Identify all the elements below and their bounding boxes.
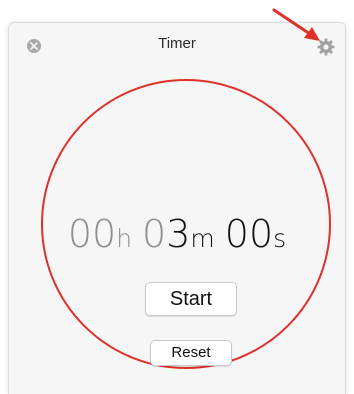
timer-window: Timer 00h 03m 00s Start Reset	[8, 22, 346, 394]
hours-value: 00	[67, 212, 117, 256]
minutes-unit: m	[190, 224, 215, 253]
hours-unit: h	[116, 224, 133, 253]
settings-button[interactable]	[316, 37, 336, 57]
gear-icon	[317, 38, 335, 56]
seconds-value: 00	[224, 212, 274, 256]
start-button[interactable]: Start	[145, 282, 237, 316]
timer-display: 00h 03m 00s	[9, 215, 345, 253]
minutes-value-dim: 0	[142, 212, 167, 256]
reset-button[interactable]: Reset	[150, 340, 232, 366]
minutes-value: 3	[166, 212, 191, 256]
window-title: Timer	[158, 35, 196, 52]
seconds-unit: s	[273, 224, 287, 253]
